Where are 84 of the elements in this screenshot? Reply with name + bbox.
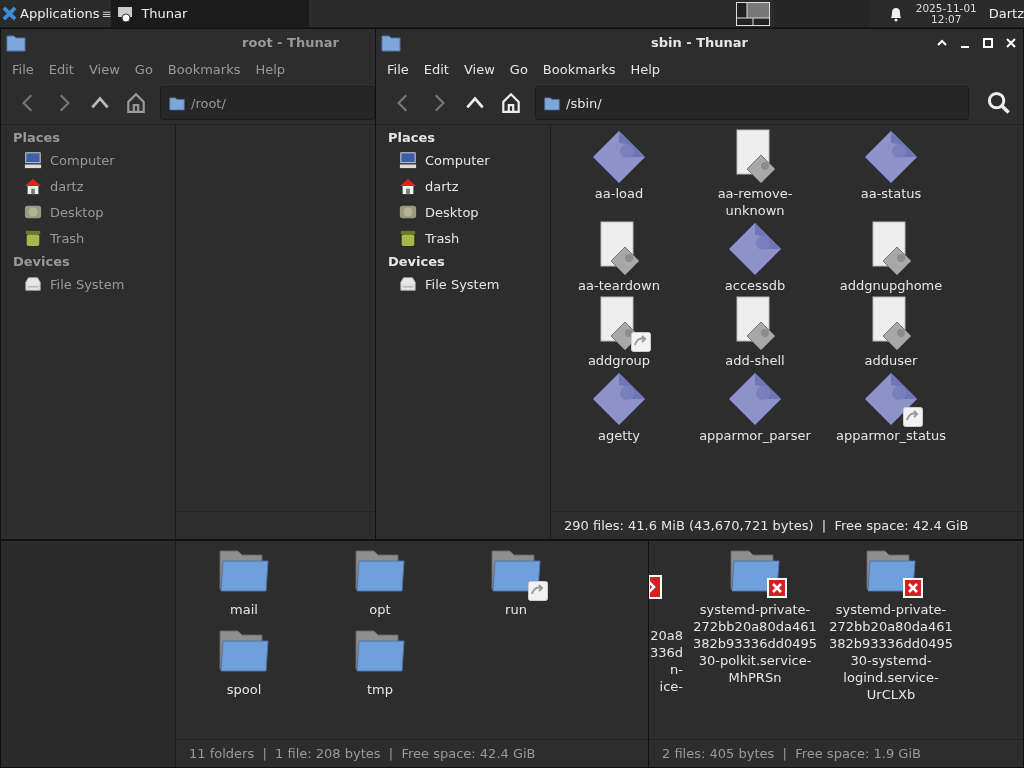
menu-item[interactable]: File [387, 61, 409, 77]
sidebar-heading: Devices [12, 253, 71, 271]
window-title: root - Thunar [242, 35, 339, 50]
menu-item[interactable]: Edit [423, 61, 449, 77]
clock-date: 2025-11-01 [915, 2, 977, 14]
file-label[interactable]: adduser [827, 352, 955, 369]
sidebar-item[interactable]: dartz [1, 173, 175, 199]
sidebar-item[interactable]: Computer [376, 147, 550, 173]
file-label[interactable]: addgnupghome [827, 277, 955, 294]
file-label: 336d [649, 644, 683, 661]
file-label[interactable]: opt [316, 601, 444, 618]
applications-menu[interactable]: Applications [0, 0, 102, 27]
menu-item[interactable]: Go [134, 61, 153, 77]
drive-icon [398, 275, 418, 293]
location-field[interactable]: /root/ [160, 86, 375, 120]
home-icon[interactable] [124, 92, 148, 114]
folder-icon [381, 34, 401, 52]
home-icon[interactable] [499, 92, 523, 114]
file-label[interactable]: systemd-private-272bb20a80da461382b93336dd049530-systemd-logind.service-UrCLXb [826, 601, 956, 703]
file-label[interactable]: aa-status [827, 185, 955, 202]
folder-icon [6, 34, 26, 52]
status-text: 2 files: 405 bytes | Free space: 1.9 GiB [662, 746, 921, 761]
file-label[interactable]: run [452, 601, 580, 618]
folder-icon [544, 95, 560, 111]
status-text: 11 folders | 1 file: 208 bytes | Free space: 42.4 GiB [189, 746, 536, 761]
file-label[interactable]: add-shell [691, 352, 819, 369]
clock-time: 12:07 [931, 13, 962, 25]
file-label[interactable]: spool [180, 681, 308, 698]
file-label[interactable]: tmp [316, 681, 444, 698]
menu-item[interactable]: Help [255, 61, 286, 77]
file-label[interactable]: systemd-private-272bb20a80da461382b93336dd049530-polkit.service-MhPRSn [690, 601, 820, 686]
file-label: 20a8 [650, 627, 683, 644]
computer-icon [23, 151, 43, 169]
monitor-icon [117, 5, 134, 22]
menu-item[interactable]: View [463, 61, 495, 77]
close-icon[interactable] [1005, 37, 1017, 49]
home-icon [23, 177, 43, 195]
sidebar-item[interactable]: dartz [376, 173, 550, 199]
sidebar-item[interactable]: Computer [1, 147, 175, 173]
file-label[interactable]: mail [180, 601, 308, 618]
menu-item[interactable]: Go [509, 61, 528, 77]
file-label[interactable]: aa-load [555, 185, 683, 202]
folder-icon [169, 95, 185, 111]
taskbar-button[interactable]: Thunar [111, 0, 310, 27]
file-label[interactable]: accessdb [691, 277, 819, 294]
file-label[interactable]: apparmor_parser [691, 427, 819, 444]
sidebar-item[interactable]: Trash [376, 225, 550, 251]
sidebar-item[interactable]: Desktop [376, 199, 550, 225]
computer-icon [398, 151, 418, 169]
file-label[interactable]: addgroup [555, 352, 683, 369]
home-icon [398, 177, 418, 195]
sidebar-heading: Places [12, 129, 62, 147]
sidebar-item[interactable]: File System [1, 271, 175, 297]
sidebar-heading: Devices [387, 253, 446, 271]
menu-item[interactable]: Bookmarks [167, 61, 241, 77]
sidebar-item[interactable]: File System [376, 271, 550, 297]
apps-icon [2, 6, 17, 21]
error-emblem-icon [649, 575, 663, 599]
sidebar-heading: Places [387, 129, 437, 147]
file-label: n- [670, 661, 683, 678]
file-label[interactable]: apparmor_status [827, 427, 955, 444]
window-title: sbin - Thunar [651, 35, 748, 50]
menu-item[interactable]: Help [630, 61, 661, 77]
location-field[interactable]: /sbin/ [535, 86, 969, 120]
menu-item[interactable]: Bookmarks [542, 61, 616, 77]
search-icon[interactable] [987, 91, 1011, 115]
user-name[interactable]: Dartz [988, 6, 1024, 21]
file-label[interactable]: aa-teardown [555, 277, 683, 294]
desktop-icon [23, 203, 43, 221]
maximize-icon[interactable] [982, 37, 994, 49]
trash-icon [23, 229, 43, 247]
sidebar-item[interactable]: Trash [1, 225, 175, 251]
workspace-switcher[interactable] [735, 1, 770, 26]
drive-icon [23, 275, 43, 293]
file-label: ice- [659, 678, 683, 695]
menu-item[interactable]: File [12, 61, 34, 77]
file-label[interactable]: agetty [555, 427, 683, 444]
sidebar-item[interactable]: Desktop [1, 199, 175, 225]
menu-item[interactable]: View [88, 61, 120, 77]
file-label[interactable]: aa-remove-unknown [691, 185, 819, 219]
trash-icon [398, 229, 418, 247]
desktop-icon [398, 203, 418, 221]
menu-item[interactable]: Edit [48, 61, 74, 77]
status-text: 290 files: 41.6 MiB (43,670,721 bytes) | Free space: 42.4 GiB [564, 518, 969, 533]
